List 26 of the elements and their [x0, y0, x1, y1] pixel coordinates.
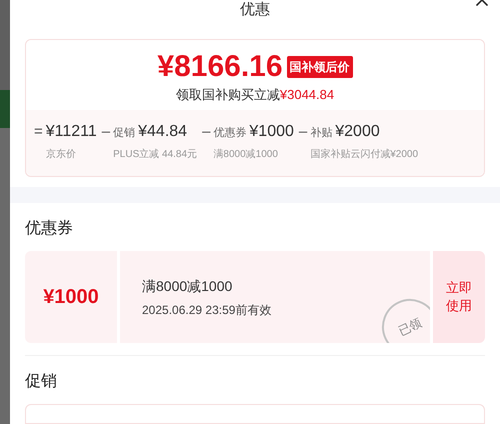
section-title: 促销 [25, 372, 58, 392]
coupon-amount: ¥1000 [25, 251, 117, 343]
item-label: 促销 [113, 126, 136, 142]
operator-sign: – [298, 122, 308, 142]
item-amount: ¥44.84 [138, 122, 188, 142]
dialog-title: 优惠 [240, 1, 270, 19]
item-note: 国家补贴云闪付减¥2000 [310, 148, 418, 162]
item-note: 京东价 [46, 148, 77, 162]
savings-text: 领取国补购买立减 [176, 86, 280, 104]
savings-amount: ¥3044.84 [280, 86, 334, 104]
section-title: 优惠券 [25, 218, 74, 239]
item-note: PLUS立减 44.84元 [113, 148, 198, 162]
item-label: 补贴 [310, 126, 332, 142]
operator-sign: – [102, 122, 110, 142]
coupon-condition: 满8000减1000 [142, 276, 234, 296]
operator-sign: – [202, 122, 210, 142]
use-now-button[interactable]: 立即使用 [433, 251, 485, 343]
item-amount: ¥2000 [335, 122, 380, 142]
item-note: 满8000减1000 [213, 148, 279, 162]
item-label: 优惠券 [213, 126, 246, 142]
coupon-validity: 2025.06.29 23:59前有效 [142, 302, 272, 318]
price-tag: 国补领后价 [286, 56, 353, 78]
item-amount: ¥1000 [249, 122, 294, 142]
item-amount: ¥11211 [46, 122, 97, 142]
operator-sign: = [34, 122, 43, 142]
final-price: ¥8166.16 [157, 52, 283, 82]
